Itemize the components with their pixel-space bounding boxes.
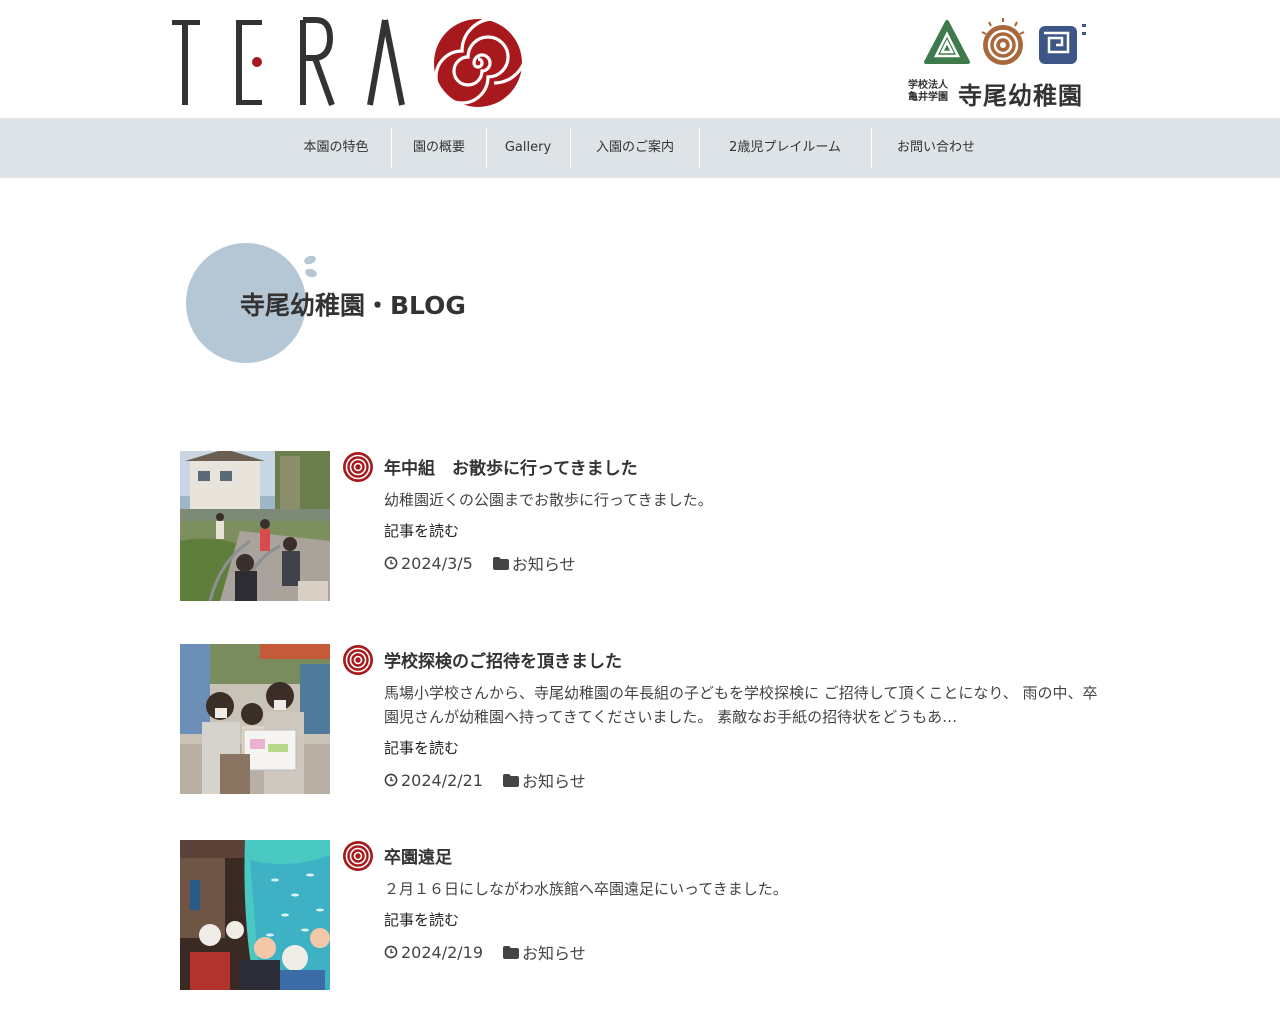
school-name: 寺尾幼稚園 (958, 82, 1083, 110)
tera-spiral-icon (434, 17, 528, 107)
post-thumbnail[interactable] (180, 840, 330, 990)
post-excerpt: 幼稚園近くの公園までお散歩に行ってきました。 (384, 491, 713, 509)
folder-icon (503, 945, 520, 959)
tera-wordmark (172, 17, 405, 107)
post-title[interactable]: 卒園遠足 (384, 843, 452, 868)
post-date: 2024/2/21 (401, 770, 484, 790)
nav-item-features[interactable]: 本園の特色 (292, 128, 380, 168)
post-photo-invitation (180, 644, 330, 794)
read-more-link[interactable]: 記事を読む (384, 520, 459, 541)
nav-item-gallery[interactable]: Gallery (496, 128, 560, 168)
post-category[interactable]: お知らせ (512, 551, 576, 575)
school-logo[interactable]: 学校法人 亀井学園 寺尾幼稚園 (905, 18, 1095, 110)
post-meta: 2024/2/21 お知らせ (384, 768, 586, 792)
post-thumbnail[interactable] (180, 644, 330, 794)
school-corp-label: 学校法人 亀井学園 (908, 80, 956, 104)
post-thumbnail[interactable] (180, 451, 330, 601)
nav-divider (699, 128, 700, 168)
clock-icon (384, 773, 398, 787)
spiral-icon (343, 452, 373, 482)
post-photo-aquarium (180, 840, 330, 990)
clock-icon (384, 556, 398, 570)
post-category[interactable]: お知らせ (522, 940, 586, 964)
nav-item-contact[interactable]: お問い合わせ (884, 128, 988, 168)
three-marks-icon (924, 18, 1086, 65)
spiral-icon (343, 645, 373, 675)
tera-logo[interactable] (170, 16, 532, 110)
spiral-icon (343, 841, 373, 871)
post-meta: 2024/3/5 お知らせ (384, 551, 576, 575)
blog-post: 年中組 お散歩に行ってきました 幼稚園近くの公園までお散歩に行ってきました。 記… (180, 451, 1100, 603)
nav-item-admission[interactable]: 入園のご案内 (582, 128, 688, 168)
post-photo-walk (180, 451, 330, 601)
nav-divider (871, 128, 872, 168)
post-title[interactable]: 年中組 お散歩に行ってきました (384, 454, 638, 479)
title-dash-decoration-icon (304, 255, 317, 278)
nav-divider (570, 128, 571, 168)
clock-icon (384, 945, 398, 959)
corp-line-2: 亀井学園 (908, 92, 948, 103)
post-title[interactable]: 学校探検のご招待を頂きました (384, 647, 622, 672)
blog-post: 卒園遠足 ２月１６日にしながわ水族館へ卒園遠足にいってきました。 記事を読む 2… (180, 840, 1100, 992)
nav-item-overview[interactable]: 園の概要 (402, 128, 476, 168)
nav-divider (391, 128, 392, 168)
read-more-link[interactable]: 記事を読む (384, 909, 459, 930)
read-more-link[interactable]: 記事を読む (384, 737, 459, 758)
post-date: 2024/2/19 (401, 942, 484, 962)
post-date: 2024/3/5 (401, 553, 473, 573)
page-title: 寺尾幼稚園・BLOG (240, 291, 466, 320)
site-header: 学校法人 亀井学園 寺尾幼稚園 (0, 0, 1280, 118)
post-category[interactable]: お知らせ (522, 768, 586, 792)
blog-post: 学校探検のご招待を頂きました 馬場小学校さんから、寺尾幼稚園の年長組の子どもを学… (180, 644, 1100, 796)
nav-divider (486, 128, 487, 168)
nav-item-playroom[interactable]: 2歳児プレイルーム (712, 128, 858, 168)
corp-line-1: 学校法人 (908, 80, 948, 91)
post-excerpt: 馬場小学校さんから、寺尾幼稚園の年長組の子どもを学校探検に ご招待して頂くことに… (384, 684, 1098, 726)
folder-icon (503, 773, 520, 787)
main-nav: 本園の特色 園の概要 Gallery 入園のご案内 2歳児プレイルーム お問い合… (0, 118, 1280, 178)
post-meta: 2024/2/19 お知らせ (384, 940, 586, 964)
post-excerpt: ２月１６日にしながわ水族館へ卒園遠足にいってきました。 (384, 880, 788, 898)
folder-icon (492, 556, 509, 570)
